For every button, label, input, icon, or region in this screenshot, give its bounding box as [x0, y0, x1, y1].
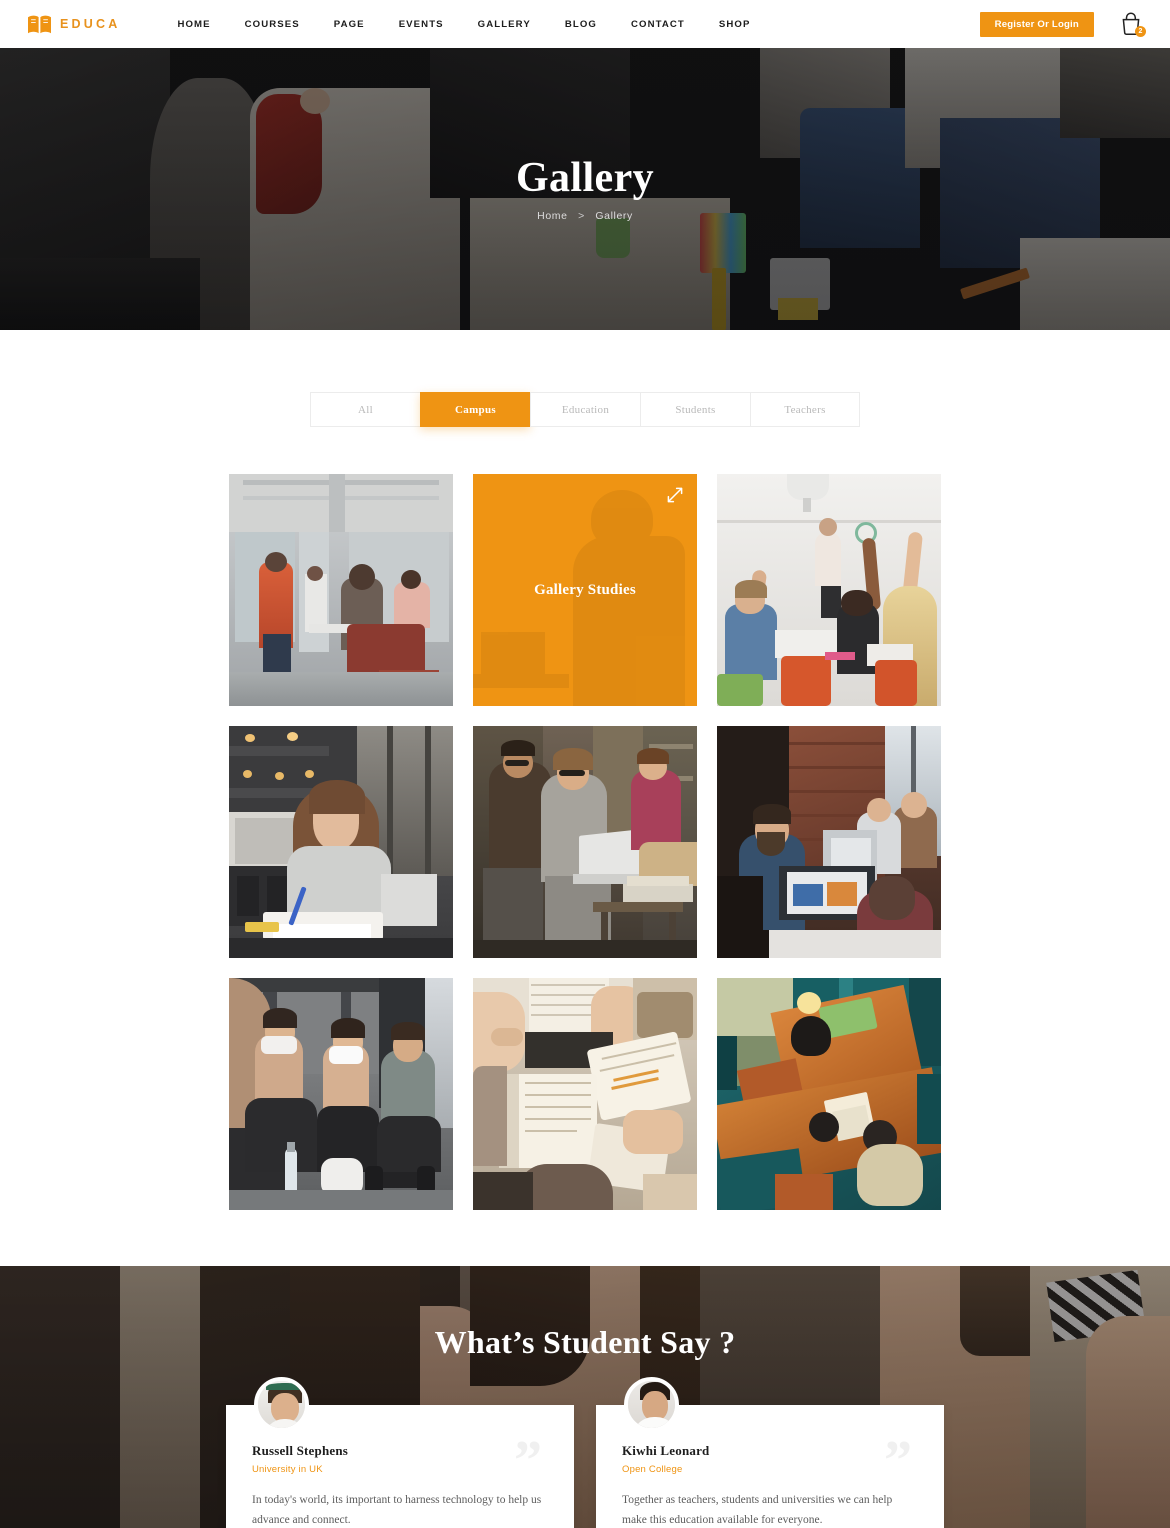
gallery-item-title: Gallery Studies — [534, 581, 636, 598]
gallery-item-active[interactable]: Gallery Studies — [473, 474, 697, 706]
filter-tab-all[interactable]: All — [310, 392, 420, 427]
nav-item-contact[interactable]: CONTACT — [614, 19, 702, 30]
site-header: EDUCA HOME COURSES PAGE EVENTS GALLERY B… — [0, 0, 1170, 48]
breadcrumb-separator: > — [578, 210, 585, 223]
avatar — [624, 1377, 679, 1432]
testimonials-heading: What’s Student Say ? — [434, 1324, 736, 1360]
page-title: Gallery — [515, 154, 655, 201]
testimonials-section: What’s Student Say ? ” Russell Stephens … — [0, 1266, 1170, 1528]
breadcrumb: Home > Gallery — [516, 210, 654, 222]
register-or-login-button[interactable]: Register Or Login — [979, 11, 1094, 37]
hero-content: Gallery Home > Gallery — [516, 156, 654, 222]
open-book-icon — [28, 15, 51, 34]
filter-tab-teachers[interactable]: Teachers — [750, 392, 860, 427]
brand-logo[interactable]: EDUCA — [28, 15, 120, 34]
gallery-item-overlay: Gallery Studies — [473, 474, 697, 706]
nav-item-page[interactable]: PAGE — [317, 19, 382, 30]
testimonial-name: Kiwhi Leonard — [622, 1443, 710, 1458]
nav-item-shop[interactable]: SHOP — [702, 19, 768, 30]
filter-tab-campus[interactable]: Campus — [420, 392, 530, 427]
testimonial-role: Open College — [622, 1464, 683, 1475]
gallery-item[interactable] — [717, 474, 941, 706]
cart-count-badge: 2 — [1135, 26, 1146, 37]
filter-tab-education[interactable]: Education — [530, 392, 640, 427]
cart-button[interactable]: 2 — [1120, 12, 1146, 37]
gallery-item[interactable] — [717, 726, 941, 958]
breadcrumb-current: Gallery — [595, 210, 633, 223]
hero-banner: Gallery Home > Gallery — [0, 48, 1170, 330]
nav-item-gallery[interactable]: GALLERY — [461, 19, 548, 30]
gallery-item[interactable] — [229, 726, 453, 958]
filter-tab-students[interactable]: Students — [640, 392, 750, 427]
avatar — [254, 1377, 309, 1432]
testimonial-name: Russell Stephens — [252, 1443, 349, 1458]
testimonials-content: What’s Student Say ? ” Russell Stephens … — [0, 1266, 1170, 1528]
gallery-filter-bar: All Campus Education Students Teachers — [0, 392, 1170, 427]
testimonial-text: Together as teachers, students and unive… — [622, 1494, 893, 1526]
gallery-item[interactable] — [229, 474, 453, 706]
gallery-item[interactable] — [229, 978, 453, 1210]
gallery-grid: Gallery Studies — [229, 474, 941, 1210]
quote-mark-icon: ” — [514, 1430, 542, 1492]
testimonial-card: ” Russell Stephens University in UK In t… — [226, 1377, 574, 1528]
nav-item-blog[interactable]: BLOG — [548, 19, 614, 30]
gallery-item[interactable] — [473, 726, 697, 958]
nav-item-home[interactable]: HOME — [160, 19, 227, 30]
testimonial-card: ” Kiwhi Leonard Open College Together as… — [596, 1377, 944, 1528]
breadcrumb-home[interactable]: Home — [537, 210, 567, 222]
main-navigation: HOME COURSES PAGE EVENTS GALLERY BLOG CO… — [160, 19, 767, 30]
quote-mark-icon: ” — [884, 1430, 912, 1492]
brand-name: EDUCA — [60, 17, 121, 31]
header-actions: Register Or Login 2 — [979, 11, 1146, 37]
gallery-section: All Campus Education Students Teachers G… — [0, 330, 1170, 1266]
testimonial-text: In today's world, its important to harne… — [252, 1494, 542, 1526]
nav-item-events[interactable]: EVENTS — [382, 19, 461, 30]
gallery-item[interactable] — [473, 978, 697, 1210]
testimonial-cards: ” Russell Stephens University in UK In t… — [0, 1377, 1170, 1528]
testimonial-role: University in UK — [252, 1464, 323, 1475]
nav-item-courses[interactable]: COURSES — [228, 19, 317, 30]
expand-arrows-icon[interactable] — [667, 487, 683, 503]
gallery-item[interactable] — [717, 978, 941, 1210]
